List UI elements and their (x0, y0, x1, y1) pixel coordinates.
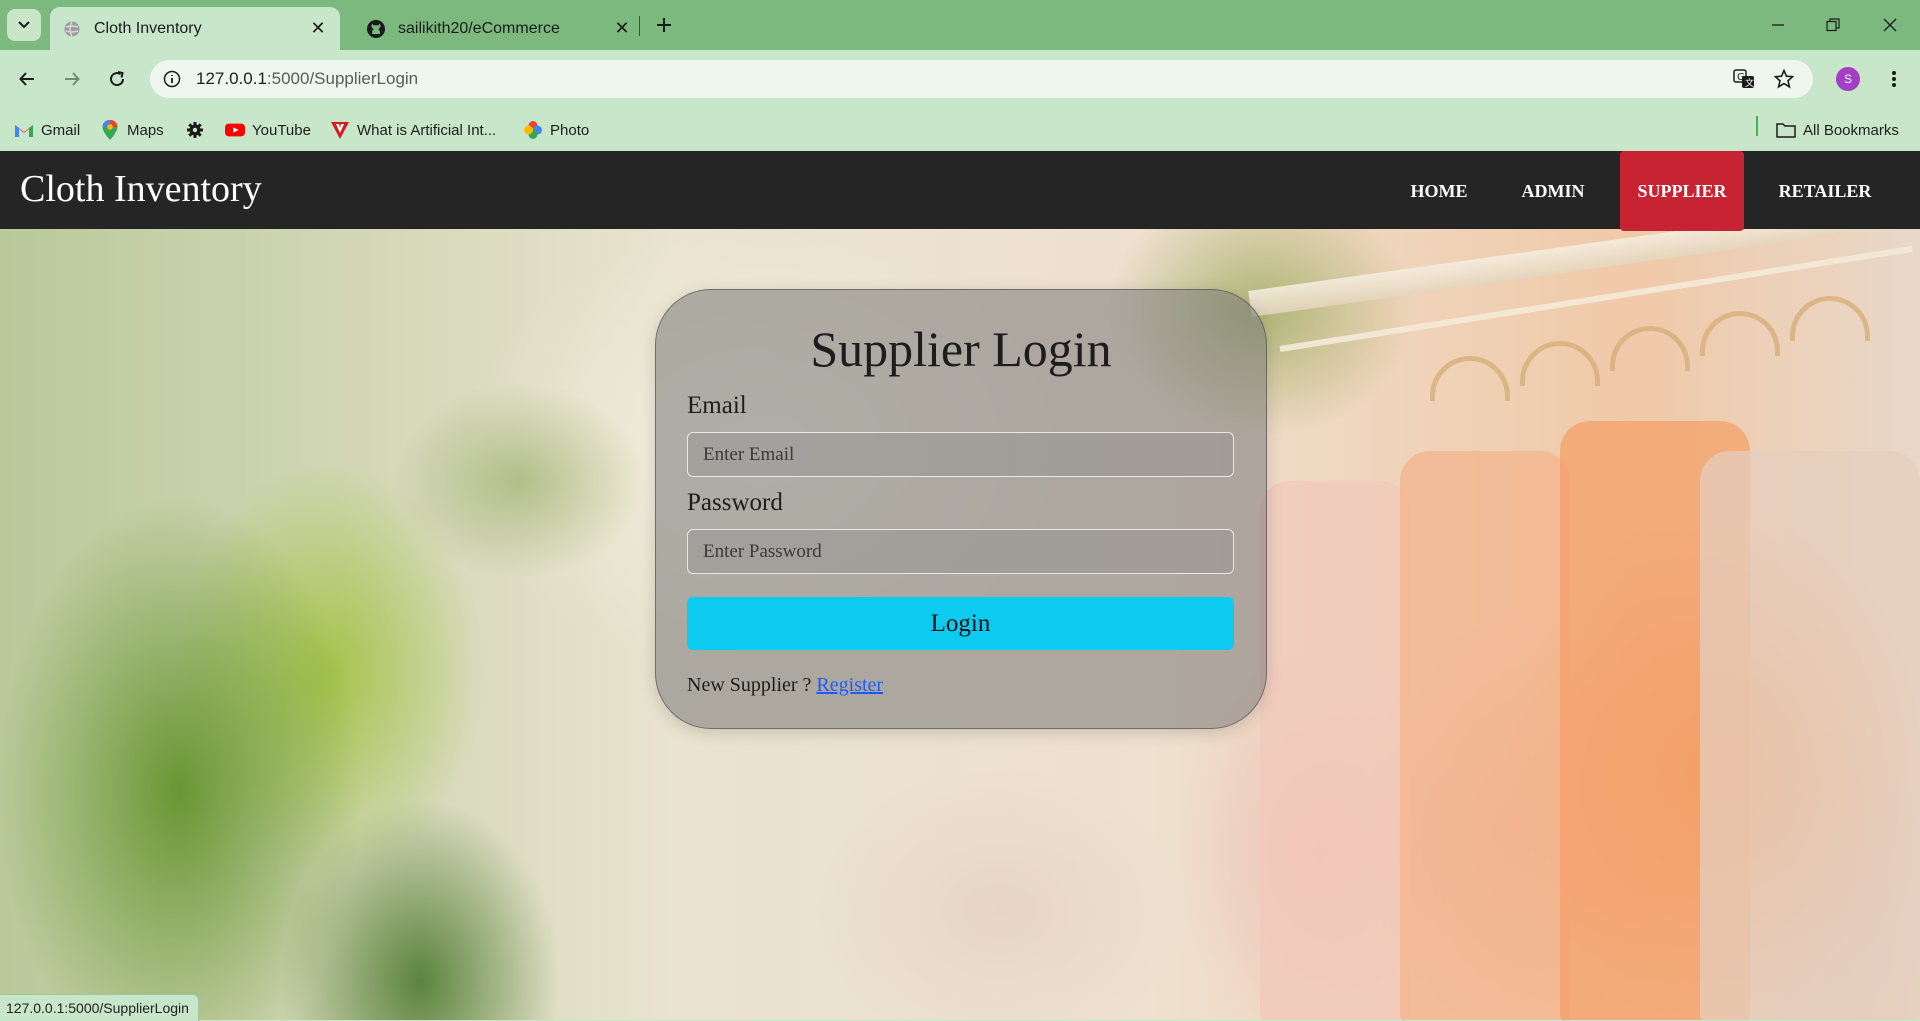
tab-title: sailikith20/eCommerce (398, 19, 560, 37)
arrow-left-icon (19, 72, 34, 86)
close-icon[interactable]: ✕ (306, 17, 330, 41)
email-field[interactable] (687, 432, 1234, 477)
bookmark-settings[interactable] (185, 118, 212, 142)
url-path: :5000/SupplierLogin (266, 69, 419, 88)
background-garment (1700, 451, 1920, 1020)
photos-icon (523, 120, 543, 140)
close-icon[interactable]: ✕ (610, 17, 634, 41)
url-text: 127.0.0.1:5000/SupplierLogin (196, 69, 418, 89)
site-navbar: Cloth Inventory HOME ADMIN SUPPLIER RETA… (0, 151, 1920, 231)
email-label: Email (687, 392, 747, 419)
background-garment (1260, 481, 1410, 1020)
bookmark-ai-article[interactable]: What is Artificial Int... (330, 118, 496, 142)
nav-home[interactable]: HOME (1392, 151, 1486, 231)
restore-icon (1826, 18, 1840, 32)
password-field[interactable] (687, 529, 1234, 574)
site-info-icon[interactable] (160, 67, 184, 91)
supplier-login-form: Supplier Login Email Password Login New … (655, 289, 1267, 729)
bookmark-maps[interactable]: Maps (100, 118, 164, 142)
background-garment (1400, 451, 1570, 1020)
translate-icon[interactable]: G文 (1732, 67, 1756, 91)
background-hanger (1520, 341, 1600, 386)
background-hanger (1700, 311, 1780, 356)
arrow-right-icon (65, 72, 80, 86)
new-tab-button[interactable] (650, 11, 678, 39)
svg-text:文: 文 (1745, 77, 1754, 89)
globe-icon (62, 19, 82, 39)
plus-icon (657, 18, 671, 32)
register-link[interactable]: Register (816, 674, 883, 696)
restore-button[interactable] (1813, 10, 1853, 40)
bookmark-label: All Bookmarks (1803, 121, 1899, 139)
minimize-button[interactable] (1758, 10, 1798, 40)
minimize-icon (1772, 24, 1784, 26)
url-host: 127.0.0.1 (196, 69, 267, 88)
more-menu-button[interactable] (1879, 63, 1909, 95)
background-hanger (1610, 326, 1690, 371)
back-button[interactable] (10, 62, 44, 96)
login-button[interactable]: Login (687, 597, 1234, 650)
v-logo-icon (330, 120, 350, 140)
close-icon (1883, 18, 1897, 32)
background-hanger (1790, 296, 1870, 341)
bookmark-label: Maps (127, 121, 164, 139)
profile-avatar[interactable]: S (1836, 67, 1860, 91)
maps-icon (100, 120, 120, 140)
bookmark-label: What is Artificial Int... (357, 121, 497, 139)
bookmark-gmail[interactable]: Gmail (14, 118, 80, 142)
tab-strip: Cloth Inventory ✕ sailikith20/eCommerce … (0, 0, 1920, 50)
register-prompt: New Supplier ? Register (687, 674, 883, 697)
bookmark-label: Photo (550, 121, 590, 139)
close-window-button[interactable] (1870, 10, 1910, 40)
tab-search-button[interactable] (7, 9, 41, 41)
bookmarks-bar: Gmail Maps YouTube What is Artificial In… (0, 108, 1920, 151)
nav-supplier[interactable]: SUPPLIER (1620, 151, 1744, 231)
login-title: Supplier Login (810, 321, 1112, 377)
status-bar-url: 127.0.0.1:5000/SupplierLogin (0, 994, 199, 1021)
all-bookmarks-button[interactable]: All Bookmarks (1776, 118, 1899, 142)
gear-icon (185, 120, 205, 140)
site-brand[interactable]: Cloth Inventory (20, 167, 262, 211)
gmail-icon (14, 120, 34, 140)
background-hanger (1430, 356, 1510, 401)
forward-button[interactable] (55, 62, 89, 96)
reload-button[interactable] (100, 62, 134, 96)
github-icon (366, 19, 386, 39)
tab-divider (639, 16, 640, 36)
reload-icon (110, 71, 125, 87)
tab-github[interactable]: sailikith20/eCommerce ✕ (354, 7, 644, 50)
page-background: Cloth Inventory HOME ADMIN SUPPLIER RETA… (0, 151, 1920, 1020)
tab-cloth-inventory[interactable]: Cloth Inventory ✕ (50, 7, 340, 50)
bookmark-youtube[interactable]: YouTube (225, 118, 311, 142)
nav-retailer[interactable]: RETAILER (1760, 151, 1890, 231)
star-icon[interactable] (1772, 67, 1796, 91)
youtube-icon (225, 120, 245, 140)
kebab-menu-icon (1892, 71, 1896, 87)
bookmark-label: Gmail (41, 121, 81, 139)
nav-admin[interactable]: ADMIN (1505, 151, 1601, 231)
bookmarks-divider (1756, 116, 1758, 136)
bookmark-label: YouTube (252, 121, 311, 139)
bookmark-photo[interactable]: Photo (523, 118, 589, 142)
chevron-down-icon (18, 21, 30, 29)
browser-toolbar: 127.0.0.1:5000/SupplierLogin G文 S (0, 50, 1920, 108)
tab-title: Cloth Inventory (94, 19, 202, 37)
password-label: Password (687, 489, 783, 516)
register-prompt-text: New Supplier ? (687, 674, 812, 696)
address-bar[interactable]: 127.0.0.1:5000/SupplierLogin G文 (150, 60, 1813, 98)
folder-icon (1776, 120, 1796, 140)
